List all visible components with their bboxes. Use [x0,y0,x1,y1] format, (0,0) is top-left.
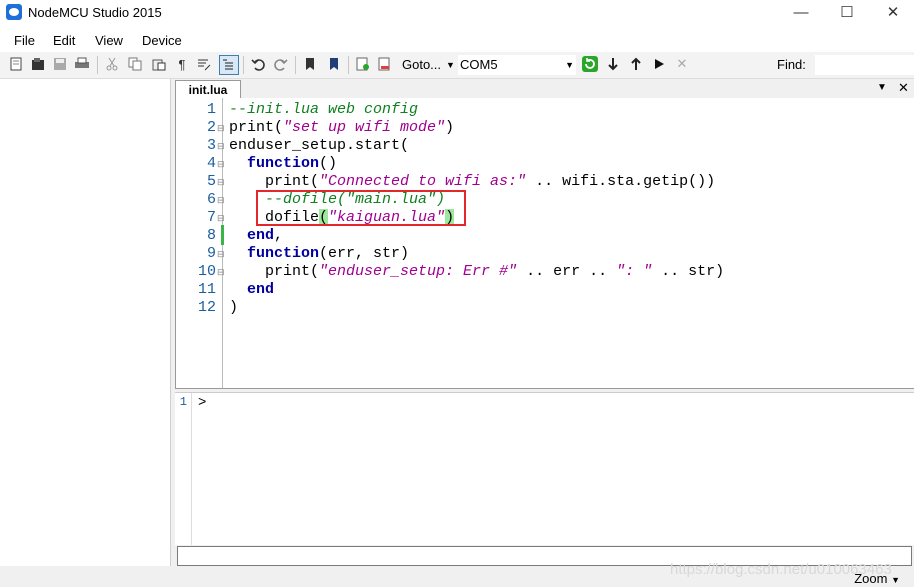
tab-close-icon[interactable]: ✕ [898,80,909,96]
line-number: 9 [206,245,216,262]
fold-marker-icon[interactable]: ⊟ [217,249,225,260]
console-gutter: 1 [175,393,192,545]
editor-tab-strip: init.lua ▼ ✕ [175,79,914,99]
open-file-icon[interactable] [30,56,46,72]
code-line[interactable]: print("Connected to wifi as:" .. wifi.st… [229,173,715,191]
undo-icon[interactable] [250,56,266,72]
code-line[interactable]: function(err, str) [229,245,409,263]
console-line-number: 1 [179,395,187,409]
toolbar-separator [243,56,244,74]
toolbar-separator [97,56,98,74]
line-number-gutter: 1 2 3 4 5 6 7 8 9 10 11 12 ⊟ ⊟ ⊟ ⊟ ⊟ ⊟ ⊟… [176,98,225,388]
file-explorer-panel [0,79,171,566]
fold-marker-icon[interactable]: ⊟ [217,141,225,152]
upload-file-icon[interactable] [355,56,371,72]
code-line[interactable]: end, [229,227,283,245]
console-output[interactable]: 1 > [175,392,914,545]
fold-marker-icon[interactable]: ⊟ [217,177,225,188]
code-line[interactable]: end [229,281,274,299]
fold-marker-icon[interactable]: ⊟ [217,123,225,134]
code-line[interactable]: enduser_setup.start( [229,137,409,155]
find-label: Find: [777,57,806,72]
menu-view[interactable]: View [95,33,123,48]
fold-marker-icon[interactable]: ⊟ [217,213,225,224]
new-file-icon[interactable] [8,56,24,72]
line-number: 8 [206,227,216,244]
maximize-button[interactable]: ☐ [824,0,870,28]
minimize-button[interactable]: — [778,0,824,28]
menu-bar: File Edit View Device [0,28,914,52]
tab-init-lua[interactable]: init.lua [175,80,241,99]
line-number: 12 [197,299,216,316]
fold-marker-icon[interactable]: ⊟ [217,195,225,206]
code-line[interactable]: print("enduser_setup: Err #" .. err .. "… [229,263,724,281]
chevron-down-icon: ▼ [891,575,900,585]
toolbar: ¶ Goto... ▼ COM5 ▼ ✕ Find: [0,52,914,79]
code-line[interactable]: function() [229,155,337,173]
port-select-value: COM5 [460,57,498,72]
save-icon[interactable] [52,56,68,72]
window-title: NodeMCU Studio 2015 [28,5,162,20]
chevron-down-icon: ▼ [565,60,574,70]
toolbar-separator [348,56,349,74]
paste-icon[interactable] [151,56,167,72]
line-number: 1 [206,101,216,118]
goto-dropdown[interactable]: Goto... [402,57,441,72]
title-bar: NodeMCU Studio 2015 — ☐ ✕ [0,0,914,28]
fold-marker-icon[interactable]: ⊟ [217,159,225,170]
format-icon[interactable] [196,56,212,72]
redo-icon[interactable] [273,56,289,72]
line-number: 10 [197,263,216,280]
paragraph-icon[interactable]: ¶ [174,56,190,72]
run-icon[interactable] [651,56,667,72]
menu-device[interactable]: Device [142,33,182,48]
line-number: 5 [206,173,216,190]
line-number: 7 [206,209,216,226]
copy-icon[interactable] [127,56,143,72]
toolbar-separator [295,56,296,74]
console-prompt: > [198,395,207,411]
bookmark-icon[interactable] [302,56,318,72]
bookmark-next-icon[interactable] [326,56,342,72]
code-line[interactable]: ) [229,299,238,317]
code-line[interactable]: print("set up wifi mode") [229,119,454,137]
app-icon [6,4,22,20]
print-icon[interactable] [74,56,90,72]
outline-view-icon[interactable] [219,55,239,75]
goto-chevron-down-icon[interactable]: ▼ [446,60,455,70]
port-select[interactable]: COM5 ▼ [458,55,576,75]
stop-icon[interactable]: ✕ [674,56,690,72]
highlight-annotation-box [256,190,466,226]
line-number: 6 [206,191,216,208]
download-arrow-icon[interactable] [605,56,621,72]
close-button[interactable]: ✕ [870,0,914,28]
modified-line-marker [221,225,224,245]
line-number: 11 [197,281,216,298]
upload-arrow-icon[interactable] [628,56,644,72]
file-icon[interactable] [377,56,393,72]
code-editor[interactable]: 1 2 3 4 5 6 7 8 9 10 11 12 ⊟ ⊟ ⊟ ⊟ ⊟ ⊟ ⊟… [175,98,914,389]
tab-list-dropdown-icon[interactable]: ▼ [877,82,887,93]
menu-edit[interactable]: Edit [53,33,75,48]
cut-icon[interactable] [104,56,120,72]
find-input[interactable] [815,55,914,75]
menu-file[interactable]: File [14,33,35,48]
line-number: 3 [206,137,216,154]
line-number: 2 [206,119,216,136]
refresh-icon[interactable] [582,56,598,72]
code-line[interactable]: --init.lua web config [229,101,418,119]
line-number: 4 [206,155,216,172]
fold-marker-icon[interactable]: ⊟ [217,267,225,278]
watermark-text: https://blog.csdn.net/u010063463 [670,561,892,578]
